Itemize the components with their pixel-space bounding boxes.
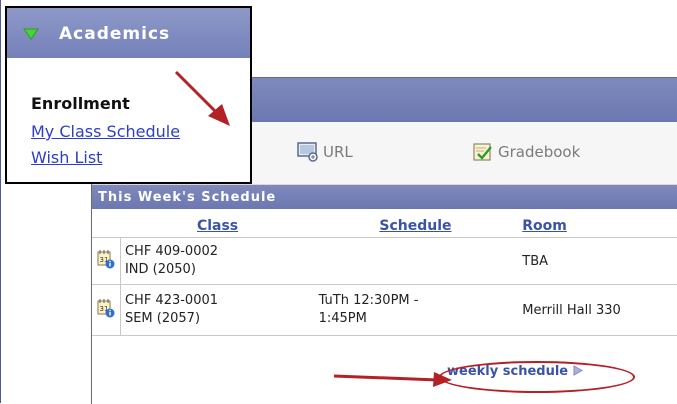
highlight-oval bbox=[439, 361, 635, 393]
class-cell: CHF 409-0002 IND (2050) bbox=[120, 237, 315, 285]
class-details-cell[interactable]: 31 bbox=[92, 237, 121, 285]
annotation-arrow-down bbox=[174, 70, 230, 126]
schedule-table: Class Schedule Room 31 CHF 409-0002 IND … bbox=[92, 211, 677, 336]
left-edge-rule bbox=[0, 0, 1, 403]
table-row: 31 CHF 423-0001 SEM (2057) TuTh 12:30PM … bbox=[92, 284, 677, 336]
weeks-schedule-header: This Week's Schedule bbox=[92, 185, 677, 209]
class-details-icon[interactable]: 31 bbox=[97, 298, 115, 318]
academics-title: Academics bbox=[59, 24, 171, 44]
url-tool-button[interactable]: URL bbox=[297, 142, 353, 162]
academics-section-header[interactable]: Academics bbox=[7, 8, 250, 58]
room-cell: TBA bbox=[516, 237, 677, 285]
url-label: URL bbox=[323, 143, 353, 161]
annotation-arrow-right bbox=[333, 372, 452, 387]
class-details-icon[interactable]: 31 bbox=[97, 249, 115, 269]
schedule-sort-link[interactable]: Schedule bbox=[379, 218, 451, 234]
class-cell: CHF 423-0001 SEM (2057) bbox=[120, 284, 315, 336]
gradebook-tool-button[interactable]: Gradebook bbox=[472, 142, 580, 162]
gradebook-icon bbox=[473, 143, 492, 161]
icon-column-header bbox=[92, 211, 121, 238]
gradebook-label: Gradebook bbox=[498, 143, 581, 161]
room-column-header[interactable]: Room bbox=[516, 211, 677, 238]
schedule-column-header[interactable]: Schedule bbox=[314, 211, 517, 238]
my-class-schedule-link[interactable]: My Class Schedule bbox=[31, 122, 180, 141]
class-details-cell[interactable]: 31 bbox=[92, 284, 121, 336]
table-row: 31 CHF 409-0002 IND (2050) TBA bbox=[92, 237, 677, 285]
expand-triangle-icon[interactable] bbox=[23, 28, 39, 40]
class-column-header[interactable]: Class bbox=[120, 211, 315, 238]
room-cell: Merrill Hall 330 bbox=[516, 284, 677, 336]
class-sort-link[interactable]: Class bbox=[197, 218, 238, 234]
wish-list-link[interactable]: Wish List bbox=[31, 148, 102, 167]
url-icon bbox=[297, 142, 318, 162]
table-header-row: Class Schedule Room bbox=[92, 211, 677, 238]
room-sort-link[interactable]: Room bbox=[522, 218, 567, 234]
schedule-cell: TuTh 12:30PM - 1:45PM bbox=[314, 284, 517, 336]
enrollment-title: Enrollment bbox=[31, 94, 130, 113]
schedule-cell bbox=[314, 237, 517, 285]
